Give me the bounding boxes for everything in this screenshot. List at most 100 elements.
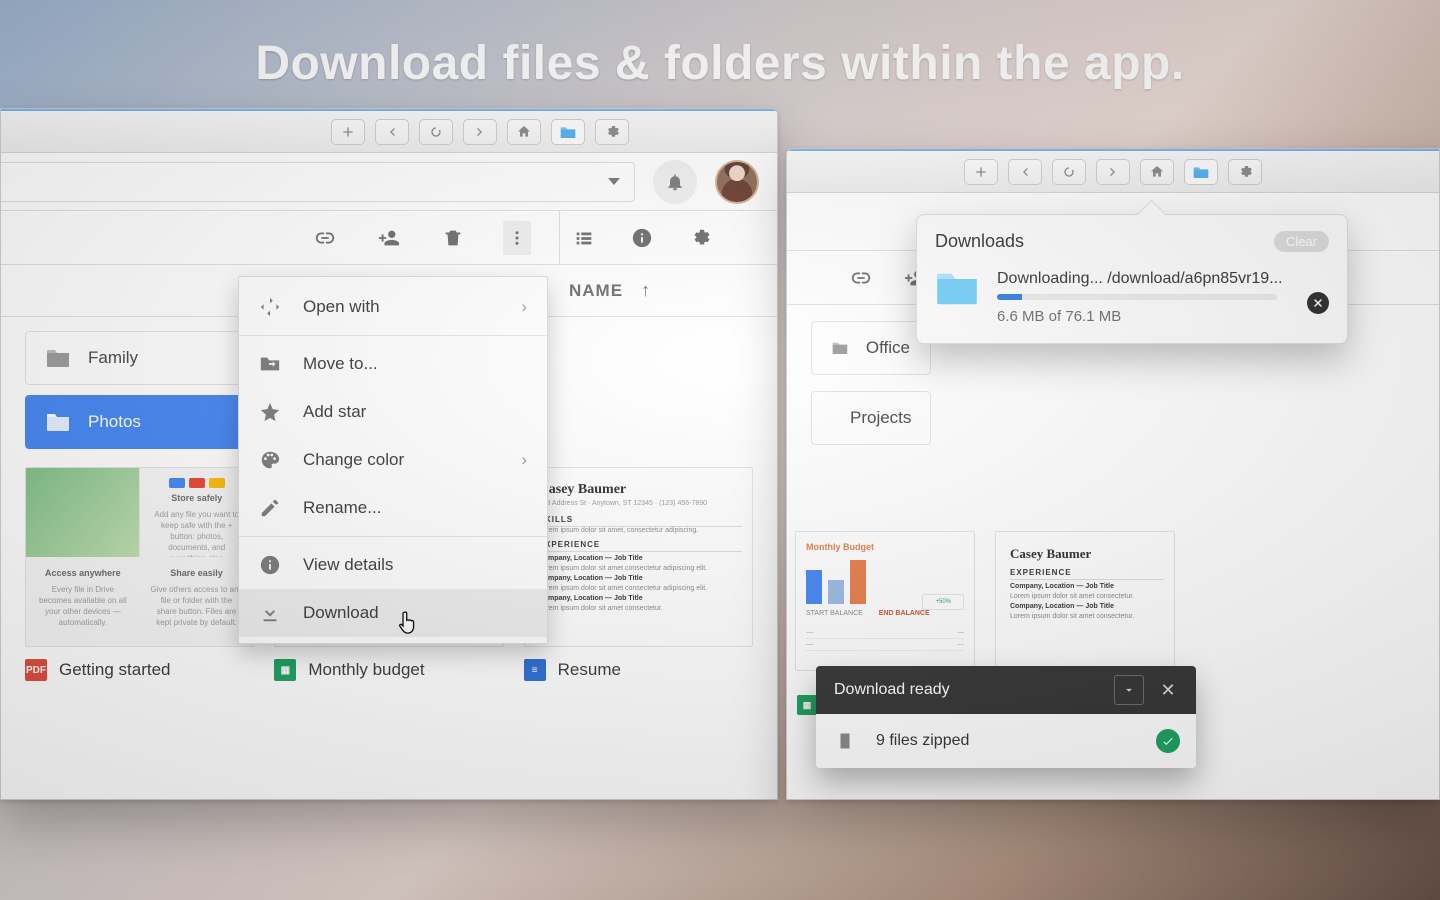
refresh-icon xyxy=(1061,164,1077,180)
zip-icon xyxy=(836,732,854,750)
more-actions-button[interactable] xyxy=(503,221,531,255)
person-add-icon xyxy=(378,227,400,249)
cancel-download-button[interactable] xyxy=(1307,292,1329,314)
folder-label: Projects xyxy=(850,408,911,428)
collapse-panel-button[interactable] xyxy=(1114,675,1144,705)
notifications-button[interactable] xyxy=(653,160,697,204)
sheets-icon: ▦ xyxy=(797,695,817,715)
folder-icon xyxy=(46,348,70,368)
folder-icon xyxy=(1193,164,1209,180)
panel-body-text: 9 files zipped xyxy=(876,732,969,750)
toolbar-folder-button[interactable] xyxy=(551,119,585,145)
plus-icon xyxy=(340,124,356,140)
toolbar-settings-button[interactable] xyxy=(1228,159,1262,185)
file-label: Monthly budget xyxy=(308,660,424,680)
file-item-resume[interactable]: Casey Baumer 123 Address St · Anytown, S… xyxy=(524,467,753,681)
trash-icon xyxy=(442,227,464,249)
toolbar-back-button[interactable] xyxy=(375,119,409,145)
success-check-icon xyxy=(1156,729,1180,753)
toolbar-forward-button[interactable] xyxy=(463,119,497,145)
toolbar-refresh-button[interactable] xyxy=(1052,159,1086,185)
menu-item-download[interactable]: Download xyxy=(239,589,547,637)
menu-separator xyxy=(239,335,547,336)
download-icon xyxy=(259,602,281,624)
file-thumbnail: Monthly Budget +50% START BALANCE END BA… xyxy=(795,531,975,671)
menu-item-move-to[interactable]: Move to... xyxy=(239,340,547,388)
bell-icon xyxy=(665,172,685,192)
settings-button[interactable] xyxy=(686,224,714,252)
palette-icon xyxy=(259,449,281,471)
menu-item-label: Open with xyxy=(303,297,380,317)
clear-downloads-button[interactable]: Clear xyxy=(1274,231,1329,252)
context-menu: Open with › Move to... Add star Change c… xyxy=(238,276,548,644)
menu-item-label: View details xyxy=(303,555,393,575)
menu-item-add-star[interactable]: Add star xyxy=(239,388,547,436)
user-avatar[interactable] xyxy=(715,160,759,204)
star-icon xyxy=(259,401,281,423)
close-panel-button[interactable]: ✕ xyxy=(1154,680,1182,701)
folder-icon xyxy=(560,124,576,140)
menu-item-view-details[interactable]: View details xyxy=(239,541,547,589)
download-filename: Downloading... /download/a6pn85vr19... xyxy=(997,270,1283,288)
divider xyxy=(559,211,560,265)
action-bar xyxy=(1,211,777,265)
toolbar-folder-button[interactable] xyxy=(1184,159,1218,185)
search-row xyxy=(1,153,777,211)
gear-icon xyxy=(604,124,620,140)
toolbar-refresh-button[interactable] xyxy=(419,119,453,145)
menu-item-label: Move to... xyxy=(303,354,378,374)
folder-item-family[interactable]: Family xyxy=(25,331,255,385)
pencil-icon xyxy=(259,497,281,519)
folder-item-office[interactable]: Office xyxy=(811,321,931,375)
share-button[interactable] xyxy=(375,224,403,252)
toolbar-forward-button[interactable] xyxy=(1096,159,1130,185)
toolbar-home-button[interactable] xyxy=(1140,159,1174,185)
chevron-right-icon: › xyxy=(521,450,527,470)
view-list-button[interactable] xyxy=(570,224,598,252)
toolbar-back-button[interactable] xyxy=(1008,159,1042,185)
delete-button[interactable] xyxy=(439,224,467,252)
close-icon xyxy=(1312,297,1324,309)
menu-item-change-color[interactable]: Change color › xyxy=(239,436,547,484)
menu-item-rename[interactable]: Rename... xyxy=(239,484,547,532)
toolbar-add-tab-button[interactable] xyxy=(331,119,365,145)
refresh-icon xyxy=(428,124,444,140)
gear-icon xyxy=(1237,164,1253,180)
download-progress-fill xyxy=(997,294,1022,300)
details-button[interactable] xyxy=(628,224,656,252)
chevron-left-icon xyxy=(384,124,400,140)
file-label: Resume xyxy=(558,660,621,680)
link-icon xyxy=(850,267,872,289)
folder-item-photos[interactable]: Photos xyxy=(25,395,255,449)
column-name[interactable]: NAME xyxy=(569,281,623,301)
chevron-left-icon xyxy=(1017,164,1033,180)
get-link-button[interactable] xyxy=(311,224,339,252)
chevron-right-icon: › xyxy=(521,297,527,317)
toolbar xyxy=(787,149,1439,193)
toolbar-home-button[interactable] xyxy=(507,119,541,145)
download-item: Downloading... /download/a6pn85vr19... 6… xyxy=(935,270,1329,325)
docs-icon: ≡ xyxy=(524,659,546,681)
toolbar-add-tab-button[interactable] xyxy=(964,159,998,185)
folder-label: Office xyxy=(866,338,910,358)
chevron-right-icon xyxy=(1105,164,1121,180)
toolbar-settings-button[interactable] xyxy=(595,119,629,145)
home-icon xyxy=(516,124,532,140)
file-thumbnail: Store safelyAdd any file you want to kee… xyxy=(25,467,254,647)
menu-item-label: Download xyxy=(303,603,379,623)
info-icon xyxy=(631,227,653,249)
folder-item-projects[interactable]: Projects xyxy=(811,391,931,445)
folder-icon xyxy=(46,412,70,432)
file-thumbnail: Casey Baumer 123 Address St · Anytown, S… xyxy=(524,467,753,647)
chevron-right-icon xyxy=(472,124,488,140)
file-item-getting-started[interactable]: Store safelyAdd any file you want to kee… xyxy=(25,467,254,681)
gear-icon xyxy=(689,227,711,249)
menu-item-label: Change color xyxy=(303,450,404,470)
get-link-button[interactable] xyxy=(847,264,875,292)
menu-item-open-with[interactable]: Open with › xyxy=(239,283,547,331)
file-thumbnail: Casey Baumer EXPERIENCE Company, Locatio… xyxy=(995,531,1175,671)
search-input-collapsed[interactable] xyxy=(1,162,635,202)
sort-ascending-icon[interactable]: ↑ xyxy=(641,280,651,301)
chevron-down-icon xyxy=(608,178,620,185)
folder-label: Family xyxy=(88,348,138,368)
